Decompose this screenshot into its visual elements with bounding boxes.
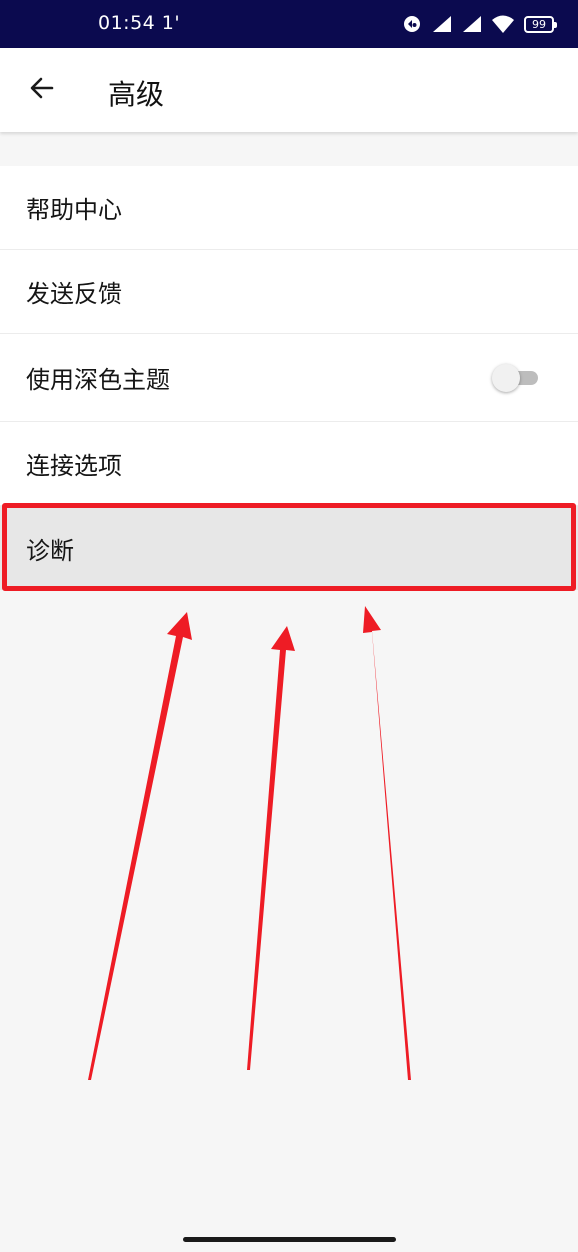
menu-item-help-center[interactable]: 帮助中心 [0,166,578,250]
status-time: 01:54 1' [98,12,181,34]
menu-item-label: 连接选项 [26,452,122,480]
menu-item-dark-theme[interactable]: 使用深色主题 [0,334,578,422]
menu-item-send-feedback[interactable]: 发送反馈 [0,250,578,334]
menu-item-connection-options[interactable]: 连接选项 [0,422,578,506]
page-title: 高级 [108,78,165,111]
status-bar: 01:54 1' 99 [0,0,578,48]
app-bar: 高级 [0,48,578,132]
arrow-left [88,612,192,1080]
settings-list: 帮助中心 发送反馈 使用深色主题 连接选项 诊断 [0,166,578,590]
back-button[interactable] [22,70,62,110]
toggle-knob [492,363,520,392]
menu-item-label: 发送反馈 [26,280,122,308]
menu-item-label: 诊断 [26,536,74,565]
dark-theme-toggle[interactable] [492,363,538,393]
arrow-middle [247,626,295,1070]
menu-item-label: 帮助中心 [26,196,122,224]
sync-icon [402,14,422,34]
arrow-right [363,606,411,1080]
status-icons: 99 [402,12,557,36]
signal-icon [432,15,452,33]
wifi-icon [492,15,514,33]
menu-item-label: 使用深色主题 [26,366,170,394]
home-indicator[interactable] [183,1237,396,1242]
battery-icon: 99 [524,15,557,33]
signal-icon [462,15,482,33]
arrow-left-icon [28,74,56,106]
menu-item-diagnostics[interactable]: 诊断 [0,506,578,590]
